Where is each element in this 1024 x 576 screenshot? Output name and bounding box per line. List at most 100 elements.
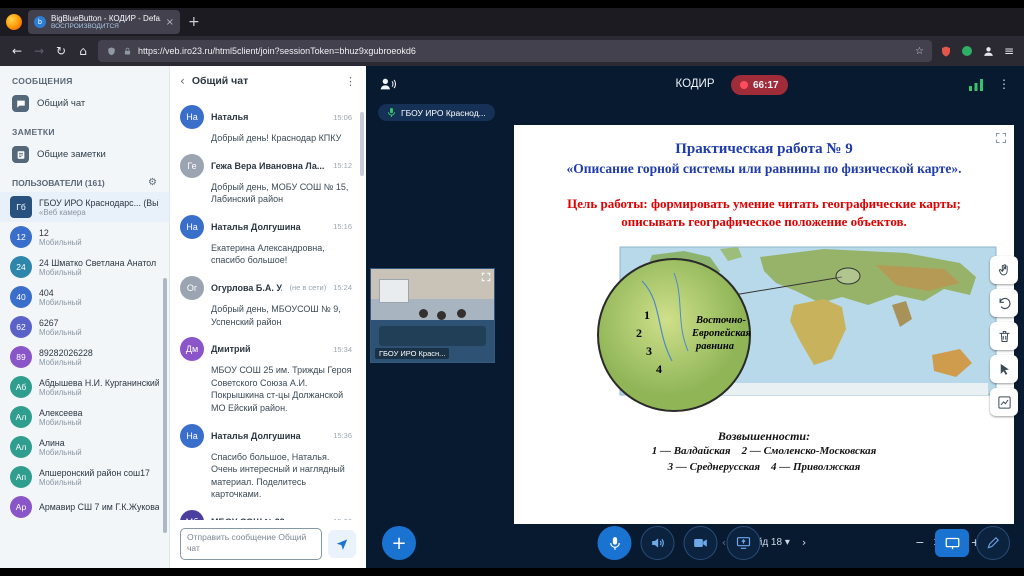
lock-icon[interactable]: [123, 46, 132, 57]
user-list-item[interactable]: Ар Армавир СШ 7 им Г.К.Жукова: [0, 492, 169, 522]
presentation-area[interactable]: Практическая работа № 9 «Описание горной…: [514, 125, 1014, 524]
chat-message-header: На Наталья Долгушина 15:36: [180, 424, 352, 448]
connection-status-icon[interactable]: [969, 78, 984, 91]
chat-message-input[interactable]: Отправить сообщение Общий чат: [180, 528, 322, 560]
message-time: 15:06: [333, 113, 352, 122]
notes-section-label: ЗАМЕТКИ: [0, 117, 169, 141]
message-text: Екатерина Александровна, спасибо большое…: [211, 242, 352, 267]
webcam-thumbnail[interactable]: ГБОУ ИРО Красн...: [370, 268, 495, 363]
back-button[interactable]: ←: [10, 44, 24, 58]
mic-green-icon: [387, 107, 396, 118]
user-name: Алексеева: [39, 408, 83, 418]
message-author: Дмитрий: [211, 344, 251, 354]
bookmark-star-icon[interactable]: ☆: [915, 46, 924, 57]
users-section-header: ПОЛЬЗОВАТЕЛИ (161) ⚙: [0, 168, 169, 192]
chat-message: На Наталья Долгушина 15:16 Екатерина Але…: [180, 215, 352, 267]
user-name: Армавир СШ 7 им Г.К.Жукова: [39, 502, 159, 512]
adblock-extension-icon[interactable]: [940, 45, 952, 58]
notes-icon: [12, 146, 29, 163]
slide-title-line1: Практическая работа № 9: [514, 141, 1014, 158]
send-message-button[interactable]: [328, 530, 356, 558]
message-avatar: На: [180, 424, 204, 448]
zoom-out-button[interactable]: −: [915, 536, 924, 549]
chat-message-header: Ог Огурлова Б.А. У... (не в сети) 15:24: [180, 276, 352, 300]
chat-message-header: Дм Дмитрий 15:34: [180, 337, 352, 361]
new-tab-button[interactable]: +: [188, 14, 200, 30]
speaker-person-icon[interactable]: [380, 77, 396, 91]
tab-close-icon[interactable]: ×: [166, 17, 174, 28]
tab-media-indicator[interactable]: ВОСПРОИЗВОДИТСЯ: [51, 23, 161, 30]
user-list-item[interactable]: 24 24 Шматко Светлана Анатол Мобильный: [0, 252, 169, 282]
chat-message: На Наталья Долгушина 15:36 Спасибо больш…: [180, 424, 352, 501]
user-list-item[interactable]: Ал Алина Мобильный: [0, 432, 169, 462]
chat-back-icon[interactable]: ‹: [180, 74, 185, 88]
talking-indicator[interactable]: ГБОУ ИРО Краснод...: [378, 104, 495, 121]
actions-plus-button[interactable]: +: [382, 526, 416, 560]
message-time: 15:34: [333, 345, 352, 354]
browser-tab[interactable]: b BigBlueButton - КОДИР - Defa... ВОСПРО…: [28, 10, 180, 34]
user-list-item[interactable]: 89 89282026228 Мобильный: [0, 342, 169, 372]
users-section-label: ПОЛЬЗОВАТЕЛИ (161): [12, 178, 105, 188]
message-avatar: На: [180, 105, 204, 129]
map-label-line2: Европейская: [691, 328, 752, 339]
legend-line-2: 3 — Среднерусская 4 — Приволжская: [514, 460, 1014, 476]
smart-tools-button[interactable]: [976, 526, 1010, 560]
shield-permissions-icon[interactable]: [106, 46, 117, 57]
manage-users-gear-icon[interactable]: ⚙: [148, 177, 157, 188]
meeting-title: КОДИР: [676, 78, 715, 90]
recording-indicator[interactable]: 66:17: [731, 75, 788, 95]
home-button[interactable]: ⌂: [76, 44, 90, 58]
sidebar-item-public-chat[interactable]: Общий чат: [0, 90, 169, 117]
user-name: Абдышева Н.И. Курганинский: [39, 378, 159, 388]
bbb-app: СООБЩЕНИЯ Общий чат ЗАМЕТКИ Общие заметк…: [0, 66, 1024, 568]
chat-message: Дм Дмитрий 15:34 МБОУ СОШ 25 им. Трижды …: [180, 337, 352, 414]
audio-button[interactable]: [641, 526, 675, 560]
talking-indicator-label: ГБОУ ИРО Краснод...: [401, 108, 486, 118]
forward-button[interactable]: →: [32, 44, 46, 58]
presentation-toggle-button[interactable]: [935, 529, 969, 557]
chat-scrollbar[interactable]: [360, 112, 364, 176]
webcam-fullscreen-icon[interactable]: [481, 272, 491, 282]
poll-chart-button[interactable]: [990, 388, 1018, 416]
account-icon[interactable]: [982, 45, 995, 58]
chat-message-header: Ге Гежа Вера Ивановна Ла... 15:12: [180, 154, 352, 178]
cursor-tool-button[interactable]: [990, 355, 1018, 383]
browser-tab-bar: b BigBlueButton - КОДИР - Defa... ВОСПРО…: [0, 8, 1024, 36]
camera-icon: [693, 535, 709, 551]
chat-options-icon[interactable]: ⋮: [345, 75, 356, 88]
user-avatar: 12: [10, 226, 32, 248]
user-device-label: Мобильный: [39, 388, 159, 397]
menu-icon[interactable]: ≡: [1004, 44, 1014, 58]
user-list-item[interactable]: Ап Апшеронский район сош17 Мобильный: [0, 462, 169, 492]
reload-button[interactable]: ↻: [54, 44, 68, 58]
undo-button[interactable]: [990, 289, 1018, 317]
user-list-item[interactable]: Ал Алексеева Мобильный: [0, 402, 169, 432]
hand-icon: [997, 263, 1012, 278]
message-author: Наталья Долгушина: [211, 222, 301, 232]
user-list-item[interactable]: 12 12 Мобильный: [0, 222, 169, 252]
sidebar-item-shared-notes[interactable]: Общие заметки: [0, 141, 169, 168]
vpn-extension-icon[interactable]: [961, 45, 973, 57]
clear-annotations-button[interactable]: [990, 322, 1018, 350]
presentation-fullscreen-icon[interactable]: [995, 132, 1007, 144]
tab-text: BigBlueButton - КОДИР - Defa... ВОСПРОИЗ…: [51, 14, 161, 30]
user-list-item[interactable]: 40 404 Мобильный: [0, 282, 169, 312]
pan-tool-button[interactable]: [990, 256, 1018, 284]
user-list-item[interactable]: 62 6267 Мобильный: [0, 312, 169, 342]
mute-button[interactable]: [598, 526, 632, 560]
options-menu-icon[interactable]: ⋮: [998, 77, 1010, 91]
url-text[interactable]: https://veb.iro23.ru/html5client/join?se…: [138, 46, 909, 56]
user-list-item[interactable]: Гб ГБОУ ИРО Краснодарс... (Вы) «Веб каме…: [0, 192, 169, 222]
firefox-icon: [6, 14, 22, 30]
users-scrollbar[interactable]: [163, 278, 167, 533]
map-label-line1: Восточно-: [695, 315, 747, 326]
message-avatar: Мб: [180, 510, 204, 520]
user-list-item[interactable]: Аб Абдышева Н.И. Курганинский Мобильный: [0, 372, 169, 402]
webcam-share-button[interactable]: [684, 526, 718, 560]
screenshare-button[interactable]: [727, 526, 761, 560]
user-device-label: Мобильный: [39, 418, 83, 427]
next-slide-button[interactable]: ›: [802, 536, 806, 549]
webcam-person: [437, 311, 446, 320]
address-bar[interactable]: https://veb.iro23.ru/html5client/join?se…: [98, 40, 932, 62]
map-number-3: 3: [646, 344, 652, 358]
